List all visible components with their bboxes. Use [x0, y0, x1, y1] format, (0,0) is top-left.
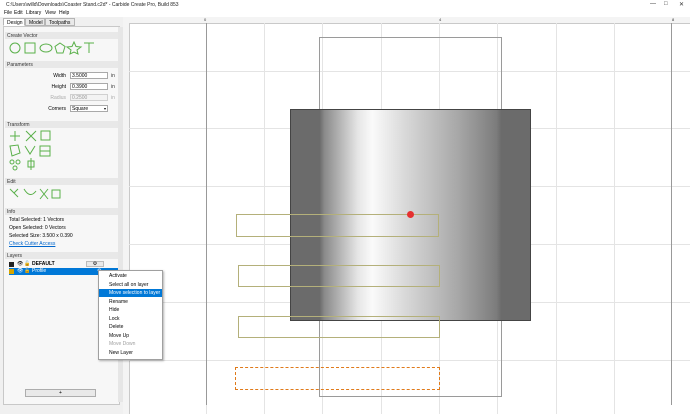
menu-item-activate[interactable]: Activate: [99, 272, 162, 280]
ruler-label: 8: [672, 17, 675, 22]
align-icon[interactable]: [40, 130, 51, 141]
menu-bar: File Edit Library View Help: [0, 9, 690, 17]
width-unit: in: [111, 73, 115, 79]
corners-label: Corners: [48, 106, 66, 112]
corners-select[interactable]: Square ▾: [70, 105, 108, 112]
height-label: Height: [51, 84, 66, 90]
menu-library[interactable]: Library: [26, 10, 41, 16]
layer-name: Profile: [32, 268, 47, 274]
gear-icon[interactable]: ⚙: [86, 261, 104, 267]
radius-field[interactable]: 0.2500: [70, 94, 108, 101]
layer-name: DEFAULT: [32, 261, 55, 267]
section-create-vector: Create Vector: [5, 32, 119, 39]
move-icon[interactable]: [10, 131, 20, 141]
ruler-label: 4: [439, 17, 442, 22]
check-cutter-access-link[interactable]: Check Cutter Access: [9, 241, 55, 247]
add-layer-button[interactable]: +: [25, 389, 96, 397]
node-edit-icon[interactable]: [9, 188, 19, 198]
eye-icon[interactable]: 👁: [17, 268, 23, 274]
origin-marker-icon: [407, 211, 414, 218]
lock-icon[interactable]: 🔓: [24, 268, 30, 274]
edit-tools: [9, 188, 61, 200]
menu-item-new-layer[interactable]: New Layer: [99, 349, 162, 357]
menu-item-move-up[interactable]: Move Up: [99, 332, 162, 340]
height-unit: in: [111, 84, 115, 90]
slot-vector-3[interactable]: [238, 316, 440, 338]
slot-vector-2[interactable]: [238, 265, 440, 287]
chevron-down-icon: ▾: [103, 106, 106, 111]
section-edit: Edit: [5, 178, 119, 185]
menu-item-rename[interactable]: Rename: [99, 298, 162, 306]
curve-edit-icon[interactable]: [23, 188, 37, 195]
menu-help[interactable]: Help: [59, 10, 69, 16]
circle-tool-icon[interactable]: [9, 42, 21, 54]
offset-icon[interactable]: [51, 189, 61, 199]
layer-row-default[interactable]: 👁 🔓 DEFAULT ⚙: [9, 261, 119, 268]
menu-view[interactable]: View: [45, 10, 56, 16]
section-parameters: Parameters: [5, 61, 119, 68]
radius-label: Radius: [50, 95, 66, 101]
maximize-button[interactable]: □: [664, 1, 668, 7]
section-layers: Layers: [5, 252, 119, 259]
title-bar: C:\Users\willd\Downloads\Coaster Stand.c…: [0, 0, 690, 9]
layer-color-swatch[interactable]: [9, 269, 14, 274]
slot-vector-selected[interactable]: [235, 367, 440, 390]
menu-item-move-selection-to-layer[interactable]: Move selection to layer: [99, 289, 162, 297]
total-selected: Total Selected: 1 Vectors: [9, 217, 65, 223]
star-tool-icon[interactable]: [65, 41, 83, 55]
menu-item-move-down: Move Down: [109, 341, 136, 347]
section-info: Info: [5, 208, 119, 215]
trim-icon[interactable]: [39, 188, 49, 200]
layer-context-menu: Activate Select all on layer Move select…: [98, 270, 163, 360]
rectangle-tool-icon[interactable]: [24, 42, 36, 54]
polygon-tool-icon[interactable]: [54, 42, 66, 54]
nudge-icon[interactable]: [27, 158, 35, 170]
ruler-label: 0: [204, 17, 207, 22]
mirror-icon[interactable]: [24, 145, 36, 155]
width-label: Width: [53, 73, 66, 79]
height-field[interactable]: 0.3900: [70, 83, 108, 90]
window-title: C:\Users\willd\Downloads\Coaster Stand.c…: [6, 2, 179, 8]
selected-size: Selected Size: 3.500 x 0.390: [9, 233, 73, 239]
rotate-icon[interactable]: [9, 144, 21, 157]
section-transform: Transform: [5, 121, 119, 128]
array-icon[interactable]: [39, 145, 51, 157]
menu-edit[interactable]: Edit: [14, 10, 23, 16]
open-selected: Open Selected: 0 Vectors: [9, 225, 66, 231]
tab-toolpaths[interactable]: Toolpaths: [45, 18, 75, 26]
ellipse-tool-icon[interactable]: [39, 43, 53, 53]
radius-unit: in: [111, 95, 115, 101]
menu-item-select-all-on-layer[interactable]: Select all on layer: [99, 281, 162, 289]
menu-item-delete[interactable]: Delete: [99, 323, 162, 331]
corners-value: Square: [72, 106, 89, 112]
tab-design[interactable]: Design: [3, 18, 25, 26]
close-button[interactable]: ✕: [679, 1, 684, 8]
width-field[interactable]: 3.5000: [70, 72, 108, 79]
scale-icon[interactable]: [25, 130, 37, 142]
tab-model[interactable]: Model: [25, 18, 45, 26]
menu-item-hide[interactable]: Hide: [99, 306, 162, 314]
transform-tools: [9, 130, 51, 171]
eye-icon[interactable]: 👁: [17, 261, 23, 267]
menu-file[interactable]: File: [4, 10, 12, 16]
lock-icon[interactable]: 🔓: [24, 261, 30, 267]
layer-color-swatch[interactable]: [9, 262, 14, 267]
create-vector-tools: [9, 41, 94, 55]
menu-item-lock[interactable]: Lock: [99, 315, 162, 323]
circle-array-icon[interactable]: [9, 159, 15, 165]
text-tool-icon[interactable]: [84, 42, 94, 53]
minimize-button[interactable]: —: [650, 1, 656, 7]
